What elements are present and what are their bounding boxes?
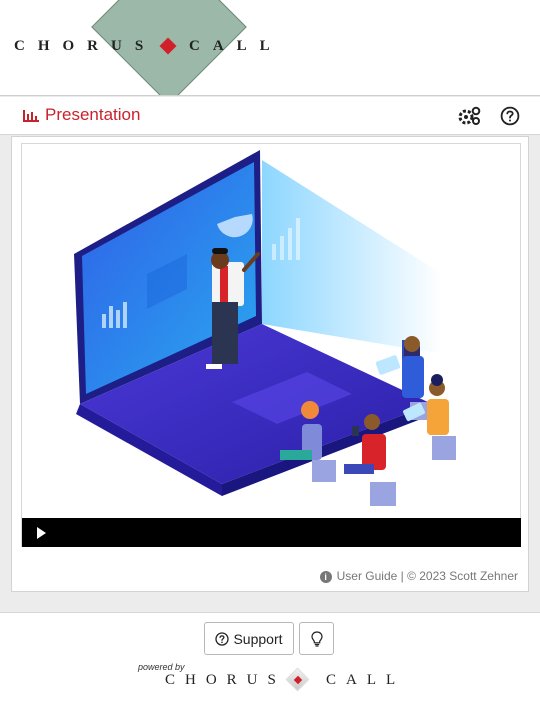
support-button[interactable]: Support [204,622,294,655]
brand-header: CHORUS CALL [0,0,540,96]
help-circle-icon [215,631,230,646]
footer-logo-word-chorus: CHORUS [165,672,286,688]
play-icon[interactable] [37,527,46,539]
video-player[interactable] [21,143,521,547]
info-icon: i [319,571,332,583]
bar-chart-icon [23,110,39,122]
gear-icon[interactable] [457,106,481,126]
tip-button[interactable] [299,622,334,655]
help-circle-icon[interactable] [500,106,520,126]
logo-word-chorus: CHORUS [14,38,157,54]
user-guide-caption: i User Guide | © 2023 Scott Zehner [319,569,518,583]
footer-logo-word-call: CALL [326,672,406,688]
user-guide-link[interactable]: User Guide | © 2023 Scott Zehner [337,569,518,583]
logo-word-call: CALL [189,38,283,54]
powered-by-label: powered by [138,662,185,672]
presentation-illustration [74,150,456,506]
support-label: Support [233,630,283,647]
video-control-bar [22,518,521,547]
lightbulb-icon [310,630,323,647]
page-title: Presentation [45,105,141,124]
